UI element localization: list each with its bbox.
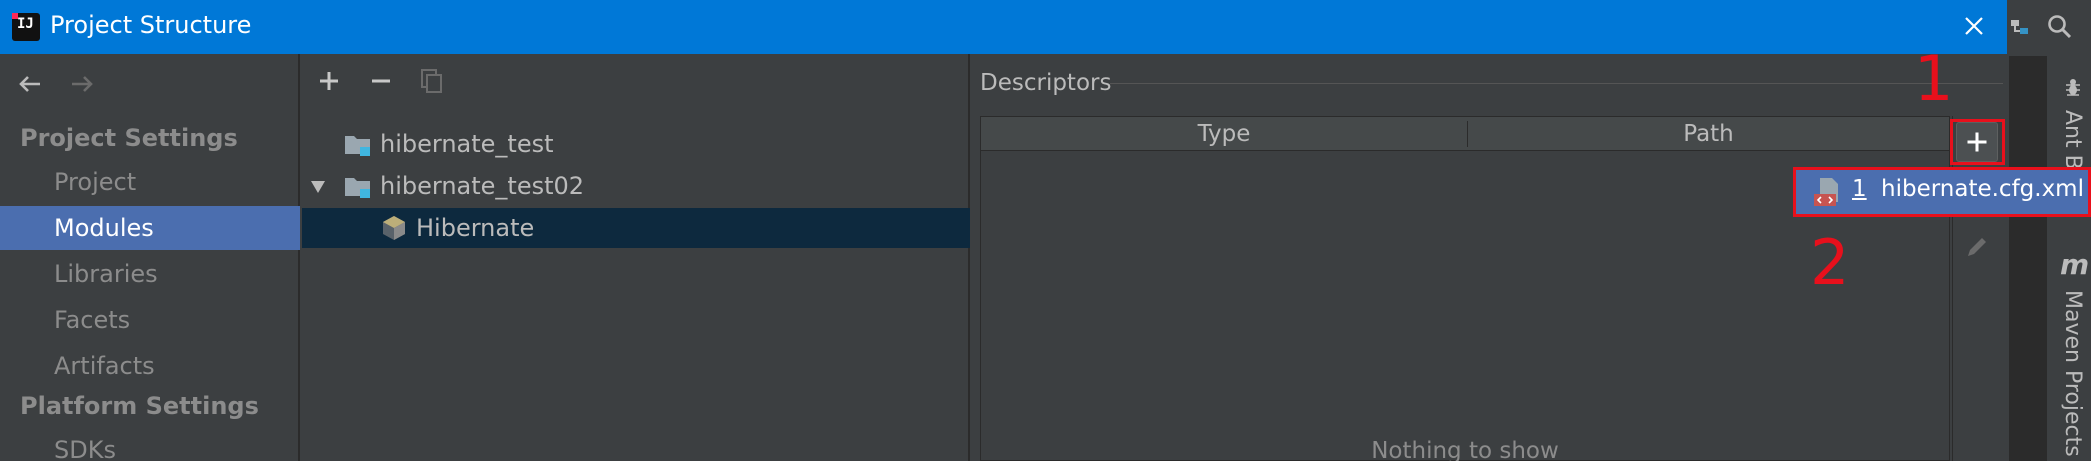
project-structure-dialog: Project Settings Project Modules Librari…: [0, 54, 2007, 461]
tree-item-label: hibernate_test: [380, 130, 554, 158]
remove-icon[interactable]: [366, 66, 396, 96]
tree-item-hibernate-facet[interactable]: Hibernate: [302, 208, 970, 248]
sidebar-item-modules[interactable]: Modules: [0, 206, 300, 250]
sidebar-item-sdks[interactable]: SDKs: [0, 428, 300, 461]
tree-item-hibernate-test02[interactable]: hibernate_test02: [302, 166, 970, 206]
platform-settings-heading: Platform Settings: [20, 392, 259, 420]
project-structure-icon[interactable]: [2008, 16, 2032, 40]
column-header-type[interactable]: Type: [981, 117, 1467, 151]
search-icon[interactable]: [2046, 13, 2074, 41]
close-icon[interactable]: [1958, 10, 1990, 42]
maven-projects-tab[interactable]: Maven Projects: [2060, 290, 2085, 457]
maven-icon[interactable]: m: [2060, 248, 2089, 281]
intellij-logo-icon: IJ: [12, 13, 40, 41]
back-arrow-icon[interactable]: [14, 68, 46, 100]
descriptors-panel: Descriptors Type Path: [972, 54, 2007, 461]
forward-arrow-icon[interactable]: [66, 68, 98, 100]
sidebar-item-facets[interactable]: Facets: [0, 298, 300, 342]
annotation-box-popup: [1793, 167, 2091, 217]
project-settings-heading: Project Settings: [20, 124, 238, 152]
logo-text: IJ: [17, 16, 34, 32]
tree-item-hibernate-test[interactable]: hibernate_test: [302, 124, 970, 164]
ant-icon[interactable]: [2062, 76, 2084, 98]
sidebar-item-project[interactable]: Project: [0, 160, 300, 204]
expand-arrow-icon[interactable]: [310, 180, 326, 194]
annotation-box-add: [1950, 119, 2005, 165]
ant-build-tab[interactable]: Ant B: [2060, 110, 2085, 170]
tree-item-label: hibernate_test02: [380, 172, 585, 200]
settings-sidebar: Project Settings Project Modules Librari…: [0, 54, 300, 461]
column-header-path[interactable]: Path: [1468, 117, 1949, 151]
empty-state-text: Nothing to show: [1371, 438, 1559, 461]
window-title: Project Structure: [50, 11, 252, 39]
annotation-label-2: 2: [1810, 226, 1850, 299]
pencil-icon[interactable]: [1962, 232, 1992, 262]
tree-item-label: Hibernate: [416, 214, 535, 242]
ide-editor-edge: [2009, 56, 2047, 461]
module-folder-icon: [345, 178, 370, 198]
add-icon[interactable]: [314, 66, 344, 96]
table-header: Type Path: [981, 117, 1949, 151]
copy-icon[interactable]: [416, 66, 446, 96]
descriptors-separator: [1110, 83, 2003, 84]
sidebar-item-libraries[interactable]: Libraries: [0, 252, 300, 296]
sidebar-item-artifacts[interactable]: Artifacts: [0, 344, 300, 388]
descriptors-title: Descriptors: [980, 70, 1112, 96]
annotation-label-1: 1: [1914, 42, 1954, 115]
modules-tree-panel: hibernate_test hibernate_test02 Hibernat…: [302, 54, 970, 461]
title-bar: IJ Project Structure: [0, 0, 2007, 54]
module-folder-icon: [345, 136, 370, 156]
hibernate-icon: [383, 216, 405, 240]
